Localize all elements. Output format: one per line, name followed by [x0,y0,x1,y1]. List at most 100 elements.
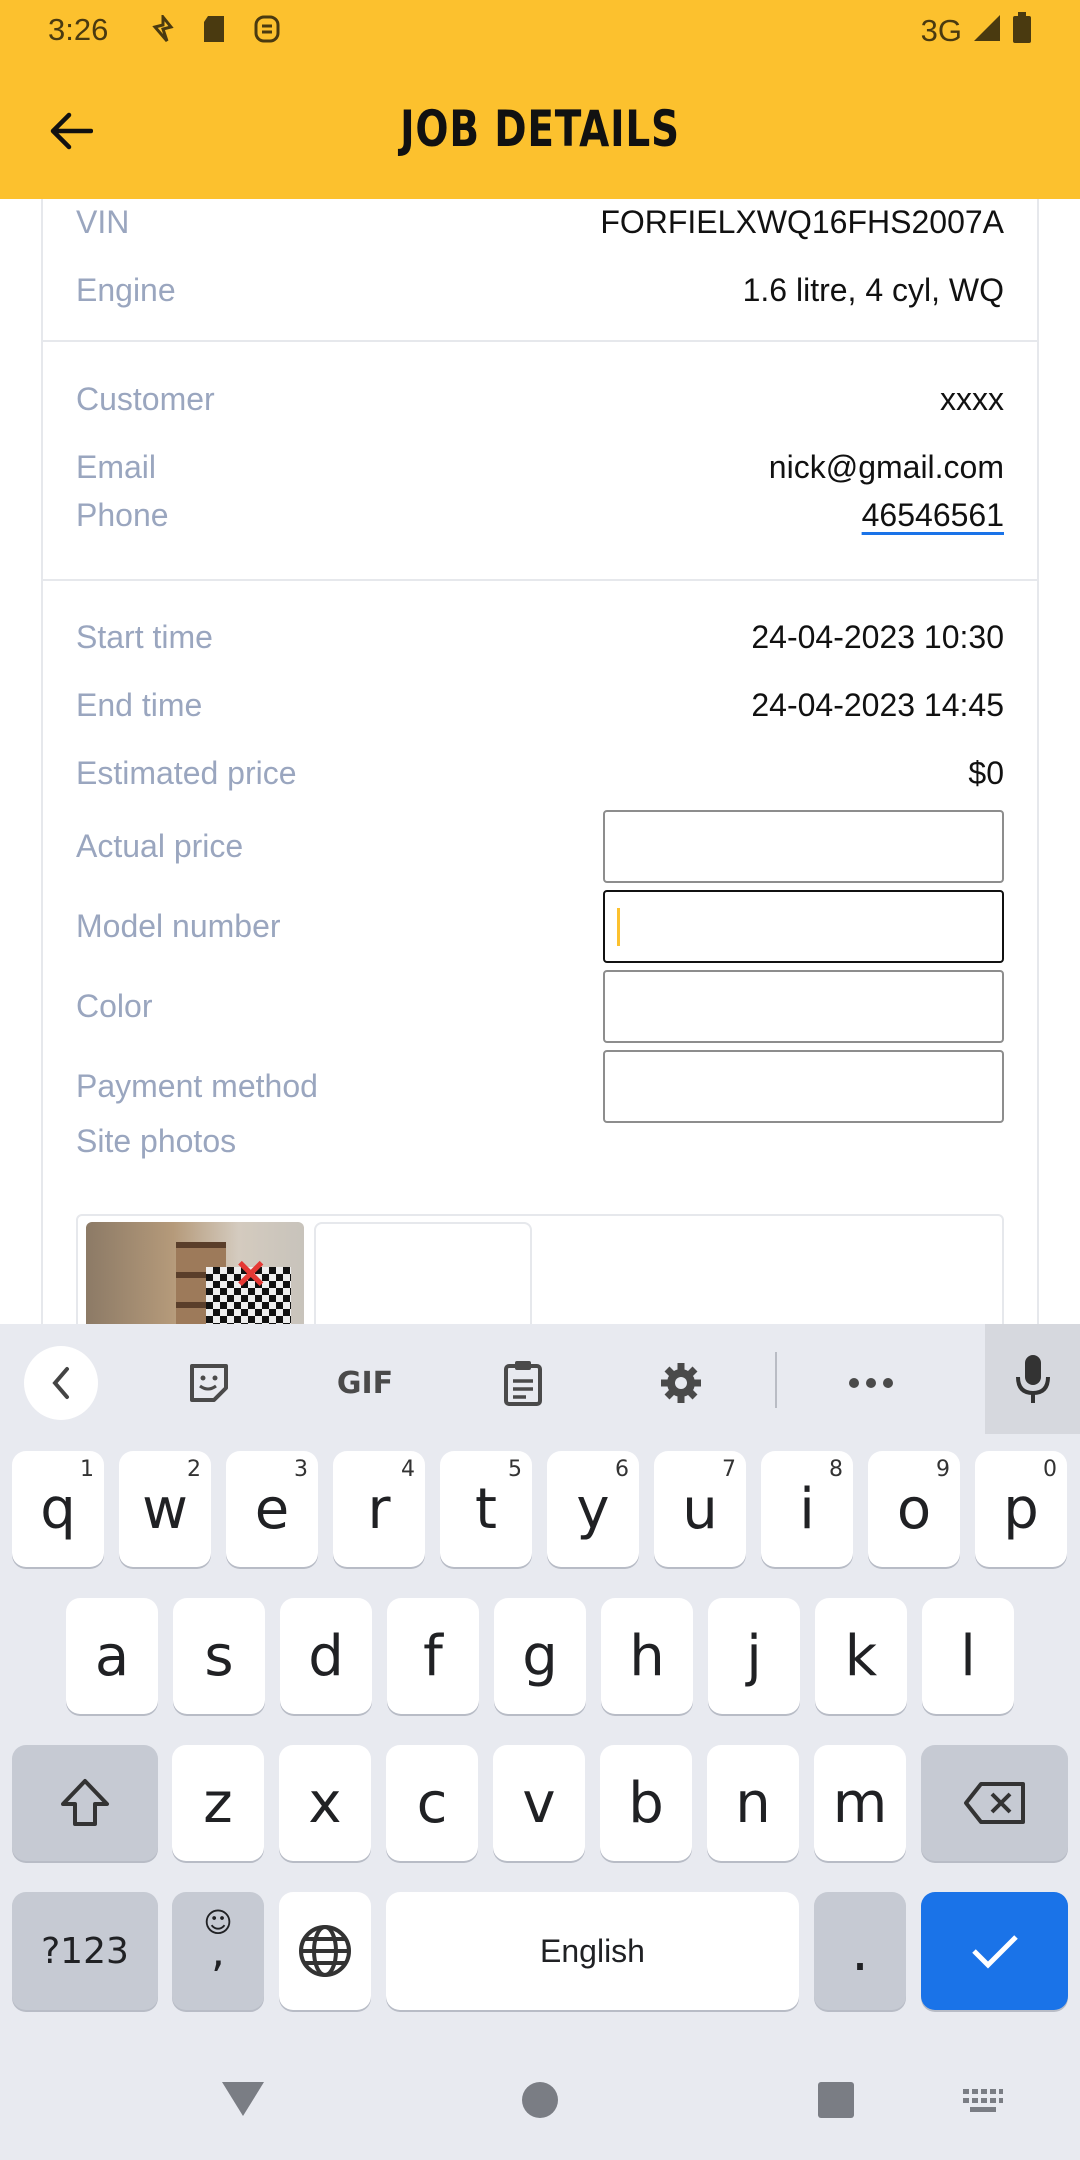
payment-method-label: Payment method [76,1068,318,1104]
key-q[interactable]: q1 [12,1451,104,1567]
key-label: n [735,1770,771,1836]
key-x[interactable]: x [279,1745,371,1861]
back-button[interactable] [36,96,106,166]
actual-price-input[interactable] [603,810,1004,883]
end-time-value: 24-04-2023 14:45 [751,687,1004,723]
add-photo-button[interactable]: + [314,1222,532,1324]
key-i[interactable]: i8 [761,1451,853,1567]
key-a[interactable]: a [66,1598,158,1714]
key-w[interactable]: w2 [119,1451,211,1567]
backspace-key[interactable] [921,1745,1068,1861]
key-s[interactable]: s [173,1598,265,1714]
customer-label: Customer [76,381,215,417]
status-bar: 3:26 3G [0,0,1080,60]
symbols-key[interactable]: ?123 [12,1892,158,2010]
clipboard-button[interactable] [486,1346,560,1420]
key-label: m [832,1770,888,1836]
voice-input-button[interactable] [985,1324,1080,1434]
key-n[interactable]: n [707,1745,799,1861]
payment-method-input[interactable] [603,1050,1004,1123]
nav-home-icon[interactable] [522,2082,558,2118]
shift-key[interactable] [12,1745,158,1861]
key-m[interactable]: m [814,1745,906,1861]
settings-button[interactable] [644,1346,718,1420]
key-label: s [204,1623,234,1689]
engine-row: Engine 1.6 litre, 4 cyl, WQ [76,272,1004,309]
key-u[interactable]: u7 [654,1451,746,1567]
estimated-price-value: $0 [968,755,1004,791]
text-cursor [617,908,620,946]
key-label: t [475,1476,497,1542]
key-t[interactable]: t5 [440,1451,532,1567]
space-key[interactable]: English [386,1892,799,2010]
color-input[interactable] [603,970,1004,1043]
keyboard-switcher-icon[interactable] [962,2088,1004,2114]
app-bar: 3:26 3G JOB DETAILS [0,0,1080,199]
email-label: Email [76,449,157,485]
key-label: e [254,1476,290,1542]
key-label: b [628,1770,664,1836]
key-o[interactable]: o9 [868,1451,960,1567]
key-c[interactable]: c [386,1745,478,1861]
gif-button[interactable]: GIF [328,1346,402,1420]
emoji-comma-key[interactable]: ☺ , [172,1892,264,2010]
start-time-label: Start time [76,619,213,655]
key-label: g [522,1623,558,1689]
site-photo-thumbnail[interactable]: ✕ [86,1222,304,1324]
key-d[interactable]: d [280,1598,372,1714]
key-label: v [522,1770,556,1836]
key-j[interactable]: j [708,1598,800,1714]
site-photos-label: Site photos [76,1123,237,1159]
key-b[interactable]: b [600,1745,692,1861]
enter-key[interactable] [921,1892,1068,2010]
key-v[interactable]: v [493,1745,585,1861]
key-hint-label: 7 [722,1457,736,1482]
job-details-content[interactable]: VIN FORFIELXWQ16FHS2007A Engine 1.6 litr… [0,199,1080,1324]
toolbar-divider [775,1352,777,1408]
engine-label: Engine [76,272,176,308]
color-label: Color [76,988,153,1024]
vin-label: VIN [76,204,130,240]
key-h[interactable]: h [601,1598,693,1714]
battery-icon [1012,12,1032,49]
nav-recents-icon[interactable] [818,2082,854,2118]
key-hint-label: 3 [294,1457,308,1482]
key-g[interactable]: g [494,1598,586,1714]
key-hint-label: 8 [829,1457,843,1482]
key-hint-label: 1 [80,1457,94,1482]
more-options-button[interactable] [834,1346,908,1420]
period-key[interactable]: . [814,1892,906,2010]
key-y[interactable]: y6 [547,1451,639,1567]
key-k[interactable]: k [815,1598,907,1714]
app-notification-icon [252,14,282,44]
shift-icon [61,1779,109,1826]
key-label: c [416,1770,448,1836]
nav-back-icon[interactable] [222,2082,264,2116]
remove-photo-icon[interactable]: ✕ [234,1252,268,1298]
clipboard-icon [504,1361,542,1406]
end-time-row: End time 24-04-2023 14:45 [76,687,1004,724]
model-number-input[interactable] [603,890,1004,963]
key-z[interactable]: z [172,1745,264,1861]
key-hint-label: 4 [401,1457,415,1482]
key-label: f [423,1623,443,1689]
phone-link[interactable]: 46546561 [862,497,1004,534]
gif-label: GIF [336,1365,394,1401]
toolbar-collapse-button[interactable] [24,1346,98,1420]
key-p[interactable]: p0 [975,1451,1067,1567]
key-f[interactable]: f [387,1598,479,1714]
customer-row: Customer xxxx [76,381,1004,418]
email-value[interactable]: nick@gmail.com [769,449,1004,486]
more-horizontal-icon [849,1378,893,1388]
key-hint-label: 6 [615,1457,629,1482]
key-r[interactable]: r4 [333,1451,425,1567]
language-key[interactable] [279,1892,371,2010]
key-e[interactable]: e3 [226,1451,318,1567]
divider [43,579,1037,581]
sticker-button[interactable] [172,1346,246,1420]
estimated-price-row: Estimated price $0 [76,755,1004,792]
estimated-price-label: Estimated price [76,755,297,791]
site-photos-strip: ✕ + [76,1214,1004,1324]
key-label: w [142,1476,188,1542]
key-l[interactable]: l [922,1598,1014,1714]
